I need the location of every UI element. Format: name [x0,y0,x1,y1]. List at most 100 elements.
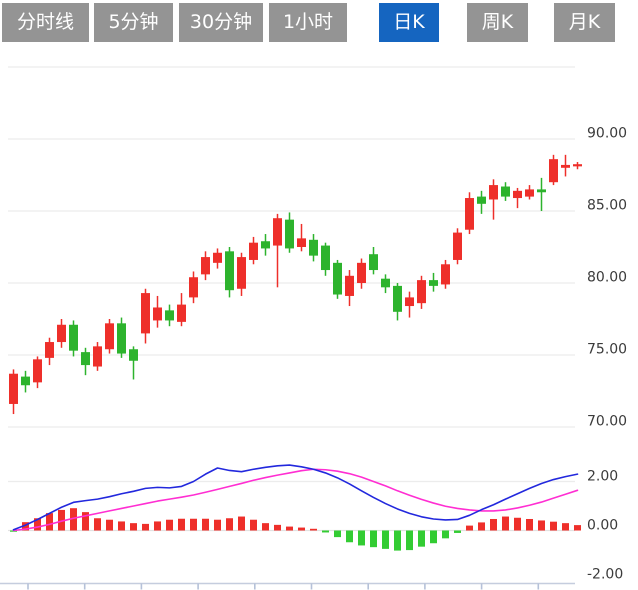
candle-body [129,349,138,361]
macd-bar [406,530,413,551]
macd-axis-label: 0.00 [587,518,618,534]
macd-axis-labels: 2.00 0.00 -2.00 [587,469,623,583]
macd-bar [190,518,197,531]
price-axis-labels: 90.00 85.00 80.00 75.00 70.00 [587,126,627,430]
candle-body [249,242,258,260]
timeframe-tabbar: 分时线 5分钟 30分钟 1小时 日K 周K 月K [0,0,638,46]
kline-chart: 90.00 85.00 80.00 75.00 70.00 2.00 0.00 -2.00 [0,66,627,590]
macd-bar [490,518,497,531]
candle-body [309,239,318,256]
macd-bar [322,530,329,533]
price-axis-label: 80.00 [587,270,627,286]
candle-body [321,245,330,271]
macd-bar [394,530,401,551]
candle-body [261,241,270,249]
candle-body [285,219,294,249]
macd-bar [454,530,461,533]
macd-bar [334,530,341,538]
tab-monthly-k[interactable]: 月K [554,3,615,42]
macd-bar [382,530,389,549]
candle-body [501,186,510,197]
candle-body [189,277,198,298]
macd-bar [238,516,245,531]
macd-bar [562,523,569,531]
candle-body [141,293,150,334]
candle-body [465,198,474,230]
macd-bar [46,513,53,531]
candle-body [513,190,522,199]
candle-body [405,297,414,307]
candle-body [93,346,102,367]
candle-body [345,275,354,296]
price-axis-label: 90.00 [587,126,627,142]
time-axis [0,582,575,590]
candle-body [537,189,546,193]
macd-bar [178,518,185,531]
macd-bar [262,523,269,531]
macd-bar [430,530,437,544]
candle-body [45,342,54,358]
macd-histogram [10,508,581,551]
candle-body [57,324,66,343]
macd-bar [214,519,221,531]
macd-bar [274,524,281,531]
candle-body [381,278,390,288]
macd-bar [286,526,293,531]
candle-body [237,257,246,289]
macd-bar [358,530,365,546]
macd-bar [466,525,473,531]
candle-body [357,262,366,283]
candle-body [69,324,78,351]
price-axis-label: 85.00 [587,198,627,214]
candle-body [225,251,234,291]
candlestick-series [9,154,582,415]
candle-body [213,252,222,263]
macd-bar [370,530,377,548]
candle-body [561,164,570,168]
macd-bar [250,519,257,531]
macd-bar [142,523,149,531]
macd-bar [226,518,233,531]
candle-body [117,323,126,354]
candle-body [297,238,306,247]
macd-bar [526,518,533,531]
candle-body [525,189,534,197]
macd-bar [442,530,449,539]
macd-bar [94,518,101,531]
tab-5min[interactable]: 5分钟 [94,3,173,42]
macd-bar [478,522,485,531]
candle-body [393,285,402,312]
macd-bar [106,519,113,531]
candle-body [105,323,114,350]
price-axis-label: 70.00 [587,414,627,430]
macd-bar [574,525,581,531]
macd-bar [154,521,161,531]
candle-body [417,280,426,304]
tab-daily-k[interactable]: 日K [379,3,439,42]
candle-body [201,257,210,275]
macd-bar [550,521,557,531]
candle-body [81,352,90,366]
macd-bar [298,527,305,531]
macd-axis-label: -2.00 [587,567,623,583]
candle-body [489,185,498,200]
candle-body [21,376,30,386]
candle-body [429,280,438,286]
tab-weekly-k[interactable]: 周K [467,3,528,42]
candle-body [573,164,582,167]
candle-body [477,196,486,204]
price-axis-label: 75.00 [587,342,627,358]
candle-body [33,359,42,383]
tab-timeline[interactable]: 分时线 [2,3,89,42]
candle-body [333,262,342,295]
macd-bar [310,528,317,531]
candle-body [165,310,174,321]
tab-1hour[interactable]: 1小时 [269,3,347,42]
macd-bar [418,530,425,547]
tab-30min[interactable]: 30分钟 [179,3,263,42]
candle-body [9,373,18,404]
macd-bar [502,516,509,531]
candle-body [177,304,186,322]
candle-body [153,307,162,321]
macd-bar [118,521,125,531]
